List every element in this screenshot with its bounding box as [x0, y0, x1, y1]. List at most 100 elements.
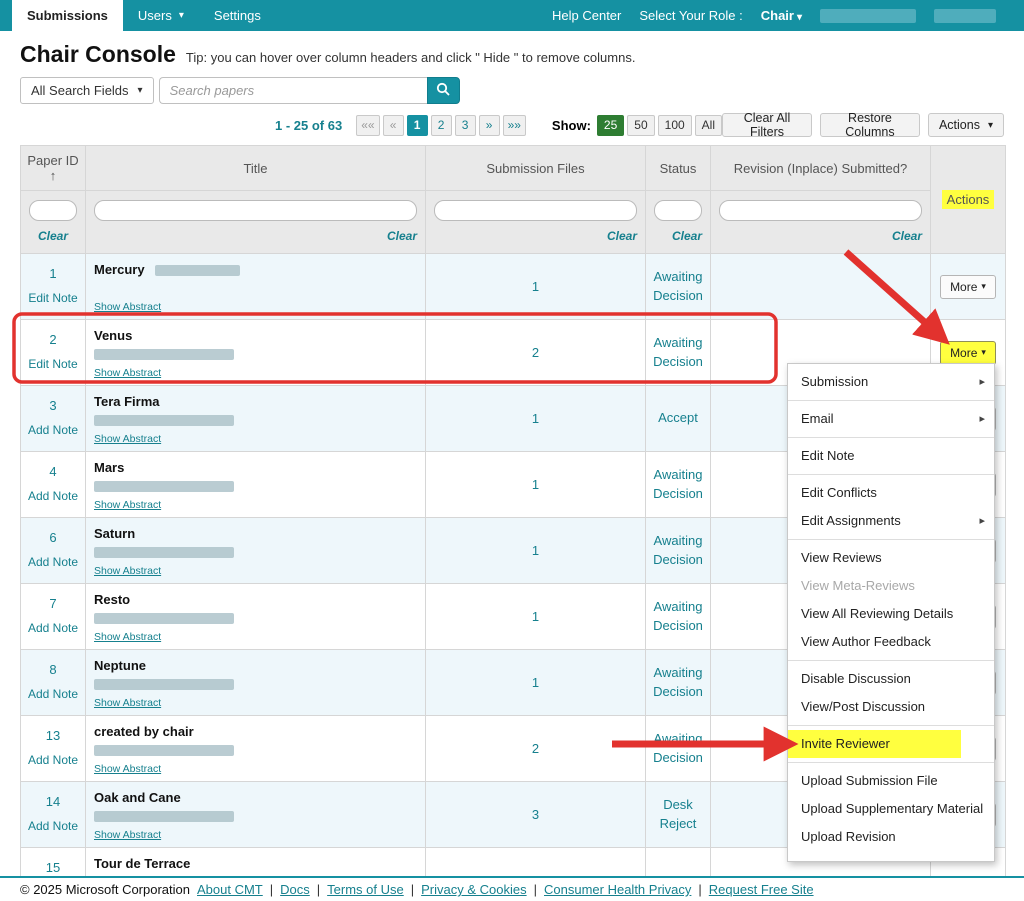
menu-item-upload-supplementary-material[interactable]: Upload Supplementary Material [788, 795, 994, 823]
pagination-button-4[interactable]: 2 [431, 115, 452, 136]
show-abstract-link[interactable]: Show Abstract [94, 631, 161, 643]
note-link[interactable]: Add Note [22, 687, 84, 701]
column-header-revision[interactable]: Revision (Inplace) Submitted? [711, 146, 931, 191]
clear-filter-revision[interactable]: Clear [719, 229, 922, 243]
footer-link-consumer-health-privacy[interactable]: Consumer Health Privacy [544, 882, 691, 897]
role-dropdown[interactable]: Chair▾ [761, 8, 802, 23]
filter-input-revision[interactable] [719, 200, 922, 221]
menu-item-submission[interactable]: Submission▸ [788, 368, 994, 396]
show-abstract-link[interactable]: Show Abstract [94, 829, 161, 841]
filter-input-status[interactable] [654, 200, 702, 221]
search-button[interactable] [427, 77, 460, 104]
note-link[interactable]: Edit Note [22, 291, 84, 305]
clear-filter-files[interactable]: Clear [434, 229, 637, 243]
actions-dropdown-button[interactable]: Actions▾ [928, 113, 1004, 137]
menu-item-view-all-reviewing-details[interactable]: View All Reviewing Details [788, 600, 994, 628]
menu-item-upload-revision[interactable]: Upload Revision [788, 823, 994, 851]
pagination-button-3[interactable]: 1 [407, 115, 428, 136]
pagination-button-5[interactable]: 3 [455, 115, 476, 136]
paper-id-link[interactable]: 15 [46, 860, 60, 875]
footer-link-request-free-site[interactable]: Request Free Site [709, 882, 814, 897]
show-option-all[interactable]: All [695, 115, 722, 136]
note-link[interactable]: Edit Note [22, 357, 84, 371]
note-link[interactable]: Add Note [22, 621, 84, 635]
files-count-link[interactable]: 1 [532, 411, 539, 426]
nav-tab-settings[interactable]: Settings [199, 0, 276, 31]
search-fields-dropdown[interactable]: All Search Fields▾ [20, 77, 154, 104]
menu-item-view-meta-reviews[interactable]: View Meta-Reviews [788, 572, 994, 600]
search-input[interactable] [159, 77, 427, 104]
more-button[interactable]: More▾ [940, 341, 996, 365]
pagination-button-7[interactable]: »» [503, 115, 526, 136]
show-abstract-link[interactable]: Show Abstract [94, 367, 161, 379]
paper-id-link[interactable]: 14 [46, 794, 60, 809]
show-option-100[interactable]: 100 [658, 115, 692, 136]
filter-input-files[interactable] [434, 200, 637, 221]
menu-item-disable-discussion[interactable]: Disable Discussion [788, 665, 994, 693]
show-abstract-link[interactable]: Show Abstract [94, 763, 161, 775]
help-center-link[interactable]: Help Center [552, 8, 621, 23]
paper-id-link[interactable]: 1 [49, 266, 56, 281]
menu-item-view-reviews[interactable]: View Reviews [788, 544, 994, 572]
footer-link-privacy-cookies[interactable]: Privacy & Cookies [421, 882, 526, 897]
note-link[interactable]: Add Note [22, 489, 84, 503]
show-abstract-link[interactable]: Show Abstract [94, 499, 161, 511]
files-count-link[interactable]: 2 [532, 345, 539, 360]
menu-item-email[interactable]: Email▸ [788, 405, 994, 433]
show-abstract-link[interactable]: Show Abstract [94, 565, 161, 577]
paper-id-link[interactable]: 6 [49, 530, 56, 545]
pagination-button-6[interactable]: » [479, 115, 500, 136]
filter-input-paper-id[interactable] [29, 200, 77, 221]
menu-item-edit-note[interactable]: Edit Note [788, 442, 994, 470]
pagination-button-1[interactable]: «« [356, 115, 379, 136]
files-count-link[interactable]: 2 [532, 741, 539, 756]
menu-item-view-author-feedback[interactable]: View Author Feedback [788, 628, 994, 656]
paper-id-link[interactable]: 3 [49, 398, 56, 413]
filter-input-title[interactable] [94, 200, 417, 221]
clear-filter-paper-id[interactable]: Clear [29, 229, 77, 243]
redacted-authors [94, 547, 234, 558]
files-count-link[interactable]: 1 [532, 279, 539, 294]
clear-filter-title[interactable]: Clear [94, 229, 417, 243]
show-option-50[interactable]: 50 [627, 115, 654, 136]
column-header-paper-id[interactable]: Paper ID ↑ [21, 146, 86, 191]
note-link[interactable]: Add Note [22, 423, 84, 437]
files-count-link[interactable]: 3 [532, 807, 539, 822]
menu-item-edit-conflicts[interactable]: Edit Conflicts [788, 479, 994, 507]
menu-item-edit-assignments[interactable]: Edit Assignments▸ [788, 507, 994, 535]
more-button[interactable]: More▾ [940, 275, 996, 299]
paper-id-link[interactable]: 13 [46, 728, 60, 743]
paper-id-link[interactable]: 4 [49, 464, 56, 479]
pagination-button-2[interactable]: « [383, 115, 404, 136]
files-count-link[interactable]: 1 [532, 543, 539, 558]
files-count-link[interactable]: 1 [532, 675, 539, 690]
column-header-title[interactable]: Title [86, 146, 426, 191]
clear-all-filters-button[interactable]: Clear All Filters [722, 113, 812, 137]
show-abstract-link[interactable]: Show Abstract [94, 433, 161, 445]
footer-link-docs[interactable]: Docs [280, 882, 310, 897]
paper-id-link[interactable]: 8 [49, 662, 56, 677]
note-link[interactable]: Add Note [22, 555, 84, 569]
restore-columns-button[interactable]: Restore Columns [820, 113, 920, 137]
show-abstract-link[interactable]: Show Abstract [94, 697, 161, 709]
nav-tab-users[interactable]: Users▾ [123, 0, 199, 31]
menu-item-invite-reviewer[interactable]: Invite Reviewer [788, 730, 994, 758]
nav-tab-submissions[interactable]: Submissions [12, 0, 123, 31]
column-header-status[interactable]: Status [646, 146, 711, 191]
footer-link-terms-of-use[interactable]: Terms of Use [327, 882, 404, 897]
paper-id-link[interactable]: 2 [49, 332, 56, 347]
column-header-actions[interactable]: Actions [931, 146, 1006, 254]
files-count-link[interactable]: 1 [532, 477, 539, 492]
footer-links: About CMT|Docs|Terms of Use|Privacy & Co… [197, 882, 814, 897]
footer-link-about-cmt[interactable]: About CMT [197, 882, 263, 897]
note-link[interactable]: Add Note [22, 819, 84, 833]
menu-item-view-post-discussion[interactable]: View/Post Discussion [788, 693, 994, 721]
paper-id-link[interactable]: 7 [49, 596, 56, 611]
clear-filter-status[interactable]: Clear [654, 229, 702, 243]
files-count-link[interactable]: 1 [532, 609, 539, 624]
note-link[interactable]: Add Note [22, 753, 84, 767]
show-option-25[interactable]: 25 [597, 115, 624, 136]
column-header-submission-files[interactable]: Submission Files [426, 146, 646, 191]
menu-item-upload-submission-file[interactable]: Upload Submission File [788, 767, 994, 795]
show-abstract-link[interactable]: Show Abstract [94, 301, 161, 313]
